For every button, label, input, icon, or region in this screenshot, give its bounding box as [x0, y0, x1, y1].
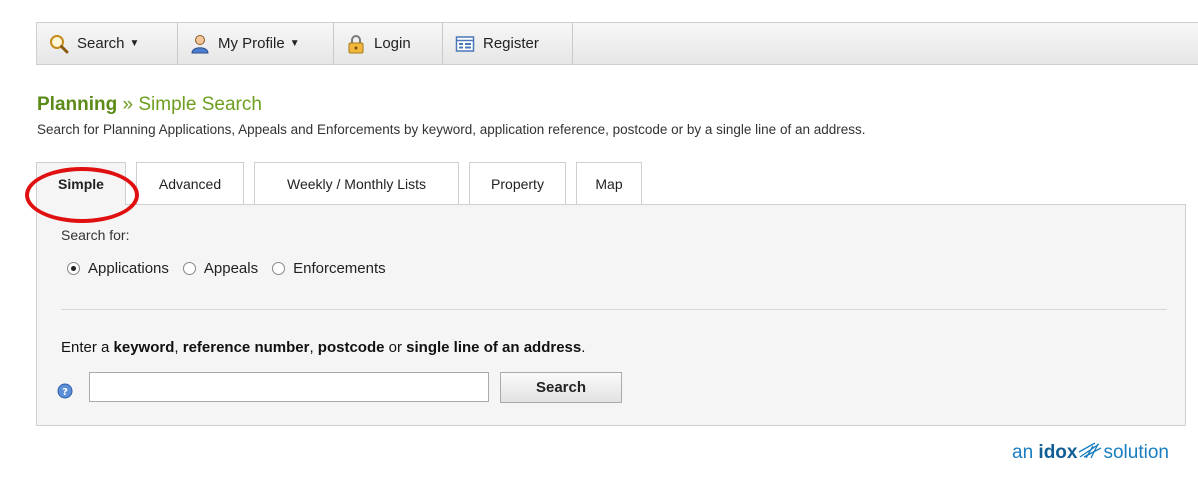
svg-text:?: ? — [62, 387, 68, 398]
tab-property[interactable]: Property — [469, 162, 566, 205]
magnifier-icon — [49, 34, 69, 54]
page-title: Planning » Simple Search — [37, 94, 262, 116]
breadcrumb-separator: » — [122, 94, 134, 115]
tab-simple[interactable]: Simple — [36, 162, 126, 205]
nav-login-link[interactable]: Login — [334, 23, 443, 64]
instr-text: . — [581, 339, 586, 356]
idox-mark-icon — [1077, 442, 1103, 459]
chevron-down-icon: ▼ — [289, 38, 300, 49]
nav-login-label: Login — [374, 35, 411, 52]
instr-reference-number: reference number — [182, 339, 310, 356]
search-instructions: Enter a keyword, reference number, postc… — [61, 339, 585, 356]
lock-icon — [346, 34, 366, 54]
top-nav-bar: Search ▼ My Profile ▼ Login Register — [36, 22, 1198, 65]
nav-my-profile-label: My Profile — [218, 35, 285, 52]
search-tabs: Simple Advanced Weekly / Monthly Lists P… — [36, 162, 652, 205]
instr-text: Enter a — [61, 339, 114, 356]
search-type-radio-group: Applications Appeals Enforcements — [67, 260, 400, 277]
search-for-label: Search for: — [61, 227, 130, 243]
nav-register-link[interactable]: Register — [443, 23, 573, 64]
nav-search-label: Search — [77, 35, 125, 52]
radio-appeals-label[interactable]: Appeals — [204, 260, 258, 277]
tab-advanced[interactable]: Advanced — [136, 162, 244, 205]
instr-address-line: single line of an address — [406, 339, 582, 356]
radio-enforcements[interactable] — [272, 262, 286, 275]
logo-suffix: solution — [1103, 442, 1169, 463]
radio-applications[interactable] — [67, 262, 80, 275]
instr-keyword: keyword — [113, 339, 175, 356]
nav-search-menu[interactable]: Search ▼ — [37, 23, 178, 64]
instr-text: or — [384, 339, 407, 356]
radio-applications-label[interactable]: Applications — [88, 260, 169, 277]
user-icon — [190, 34, 210, 54]
help-icon[interactable]: ? — [57, 383, 73, 404]
nav-register-label: Register — [483, 35, 539, 52]
form-icon — [455, 35, 475, 53]
instr-text: , — [309, 339, 318, 356]
idox-logo: an idox solution — [1012, 442, 1169, 464]
instr-text: , — [174, 339, 183, 356]
simple-search-panel: Search for: Applications Appeals Enforce… — [36, 204, 1186, 426]
breadcrumb-planning: Planning — [37, 94, 118, 115]
search-button[interactable]: Search — [500, 372, 622, 403]
radio-appeals[interactable] — [182, 262, 196, 275]
tab-map[interactable]: Map — [576, 162, 642, 205]
radio-enforcements-label[interactable]: Enforcements — [293, 260, 386, 277]
nav-my-profile-menu[interactable]: My Profile ▼ — [178, 23, 334, 64]
instr-postcode: postcode — [317, 339, 385, 356]
divider — [61, 309, 1167, 310]
chevron-down-icon: ▼ — [129, 38, 140, 49]
tab-weekly-monthly-lists[interactable]: Weekly / Monthly Lists — [254, 162, 459, 205]
page-subtitle: Search for Planning Applications, Appeal… — [37, 122, 866, 137]
breadcrumb-current-page: Simple Search — [138, 94, 262, 115]
logo-prefix: an — [1012, 442, 1039, 463]
logo-brand: idox — [1038, 442, 1078, 463]
search-input[interactable] — [89, 372, 489, 402]
